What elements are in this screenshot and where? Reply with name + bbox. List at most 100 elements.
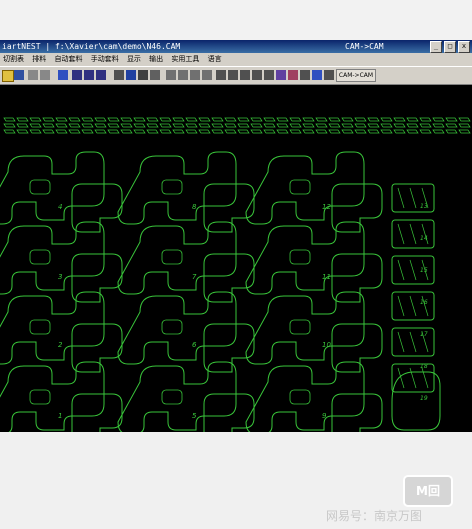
small-part bbox=[250, 117, 263, 122]
rotate-icon[interactable] bbox=[216, 70, 226, 80]
small-part bbox=[29, 117, 42, 122]
menu-item[interactable]: 自动套料 bbox=[54, 55, 82, 63]
small-part bbox=[315, 129, 328, 134]
align-left-icon[interactable] bbox=[166, 70, 176, 80]
play-icon[interactable] bbox=[84, 70, 94, 80]
settings-icon[interactable] bbox=[324, 70, 334, 80]
move-icon[interactable] bbox=[190, 70, 200, 80]
small-part bbox=[354, 117, 367, 122]
arrow-up-icon[interactable] bbox=[202, 70, 212, 80]
small-part bbox=[159, 117, 172, 122]
maximize-button[interactable]: □ bbox=[444, 41, 456, 53]
stop-icon[interactable] bbox=[72, 70, 82, 80]
grid-icon[interactable] bbox=[58, 70, 68, 80]
small-part bbox=[146, 123, 159, 128]
cam-convert-button[interactable]: CAM->CAM bbox=[336, 69, 376, 82]
part-number: 14 bbox=[420, 235, 428, 242]
menu-bar: 切割表 排料 自动套料 手动套料 显示 输出 实用工具 语言 bbox=[0, 53, 472, 66]
parts-grid bbox=[0, 151, 383, 432]
menu-item[interactable]: 切割表 bbox=[3, 55, 24, 63]
small-part bbox=[289, 129, 302, 134]
print-icon[interactable] bbox=[150, 70, 160, 80]
small-part bbox=[120, 129, 133, 134]
part-number: 13 bbox=[420, 203, 428, 210]
small-part bbox=[3, 117, 16, 122]
part-number: 7 bbox=[192, 273, 197, 281]
menu-item[interactable]: 实用工具 bbox=[171, 55, 199, 63]
small-part bbox=[224, 129, 237, 134]
small-part bbox=[354, 129, 367, 134]
small-part bbox=[419, 123, 432, 128]
small-part bbox=[159, 129, 172, 134]
save-icon[interactable] bbox=[14, 70, 24, 80]
part-hole bbox=[29, 179, 51, 195]
small-part bbox=[55, 117, 68, 122]
part-hole bbox=[29, 389, 51, 405]
zoom-icon[interactable] bbox=[300, 70, 310, 80]
menu-item[interactable]: 显示 bbox=[127, 55, 141, 63]
list-icon[interactable] bbox=[114, 70, 124, 80]
small-part bbox=[367, 129, 380, 134]
part-hole bbox=[161, 389, 183, 405]
menu-item[interactable]: 手动套料 bbox=[91, 55, 119, 63]
small-part bbox=[458, 129, 471, 134]
part-number: 19 bbox=[420, 395, 428, 402]
part-number: 11 bbox=[322, 273, 331, 281]
small-part bbox=[211, 123, 224, 128]
menu-item[interactable]: 排料 bbox=[32, 55, 46, 63]
menu-item[interactable]: 语言 bbox=[208, 55, 222, 63]
small-part bbox=[432, 129, 445, 134]
small-part bbox=[315, 117, 328, 122]
close-button[interactable]: x bbox=[458, 41, 470, 53]
table-icon[interactable] bbox=[126, 70, 136, 80]
window-title: iartNEST | f:\Xavier\cam\demo\N46.CAM bbox=[2, 42, 181, 51]
small-part bbox=[289, 123, 302, 128]
minimize-button[interactable]: _ bbox=[430, 41, 442, 53]
nesting-canvas[interactable]: 4 8 12 3 7 11 2 6 10 1 5 9 13 14 15 16 17 18 19 bbox=[0, 84, 472, 432]
toolbar: CAM->CAM bbox=[0, 66, 472, 85]
small-part bbox=[354, 123, 367, 128]
window-controls: _ □ x bbox=[430, 41, 470, 53]
small-part bbox=[237, 129, 250, 134]
small-part bbox=[81, 129, 94, 134]
layout-icon[interactable] bbox=[138, 70, 148, 80]
align-right-icon[interactable] bbox=[178, 70, 188, 80]
sheet-icon[interactable] bbox=[288, 70, 298, 80]
nested-part bbox=[117, 151, 237, 225]
small-part bbox=[16, 123, 29, 128]
open-icon[interactable] bbox=[2, 70, 14, 82]
small-part bbox=[198, 123, 211, 128]
part-hole bbox=[289, 249, 311, 265]
nested-part bbox=[245, 151, 365, 225]
small-part bbox=[133, 117, 146, 122]
small-part bbox=[94, 117, 107, 122]
small-part bbox=[250, 123, 263, 128]
nesting-drawing: 4 8 123 7 112 6 101 5 913141516171819 bbox=[0, 117, 471, 432]
part-hole bbox=[161, 249, 183, 265]
small-part bbox=[107, 117, 120, 122]
menu-item[interactable]: 输出 bbox=[149, 55, 163, 63]
minus-icon[interactable] bbox=[40, 70, 50, 80]
part-number: 9 bbox=[322, 412, 327, 420]
small-part bbox=[367, 123, 380, 128]
tool-icon[interactable] bbox=[264, 70, 274, 80]
small-part bbox=[211, 117, 224, 122]
mirror-icon[interactable] bbox=[240, 70, 250, 80]
small-part bbox=[263, 123, 276, 128]
grid-view-icon[interactable] bbox=[312, 70, 322, 80]
title-bar: iartNEST | f:\Xavier\cam\demo\N46.CAM CA… bbox=[0, 40, 472, 53]
measure-icon[interactable] bbox=[252, 70, 262, 80]
small-part bbox=[107, 129, 120, 134]
watermark-logo: M回 bbox=[403, 475, 453, 507]
nested-part bbox=[0, 291, 105, 365]
part-hole bbox=[29, 249, 51, 265]
refresh-icon[interactable] bbox=[228, 70, 238, 80]
small-part bbox=[380, 117, 393, 122]
plus-icon[interactable] bbox=[28, 70, 38, 80]
small-part bbox=[341, 123, 354, 128]
small-part bbox=[133, 123, 146, 128]
small-part bbox=[328, 123, 341, 128]
fast-forward-icon[interactable] bbox=[96, 70, 106, 80]
part-icon[interactable] bbox=[276, 70, 286, 80]
small-part bbox=[42, 117, 55, 122]
